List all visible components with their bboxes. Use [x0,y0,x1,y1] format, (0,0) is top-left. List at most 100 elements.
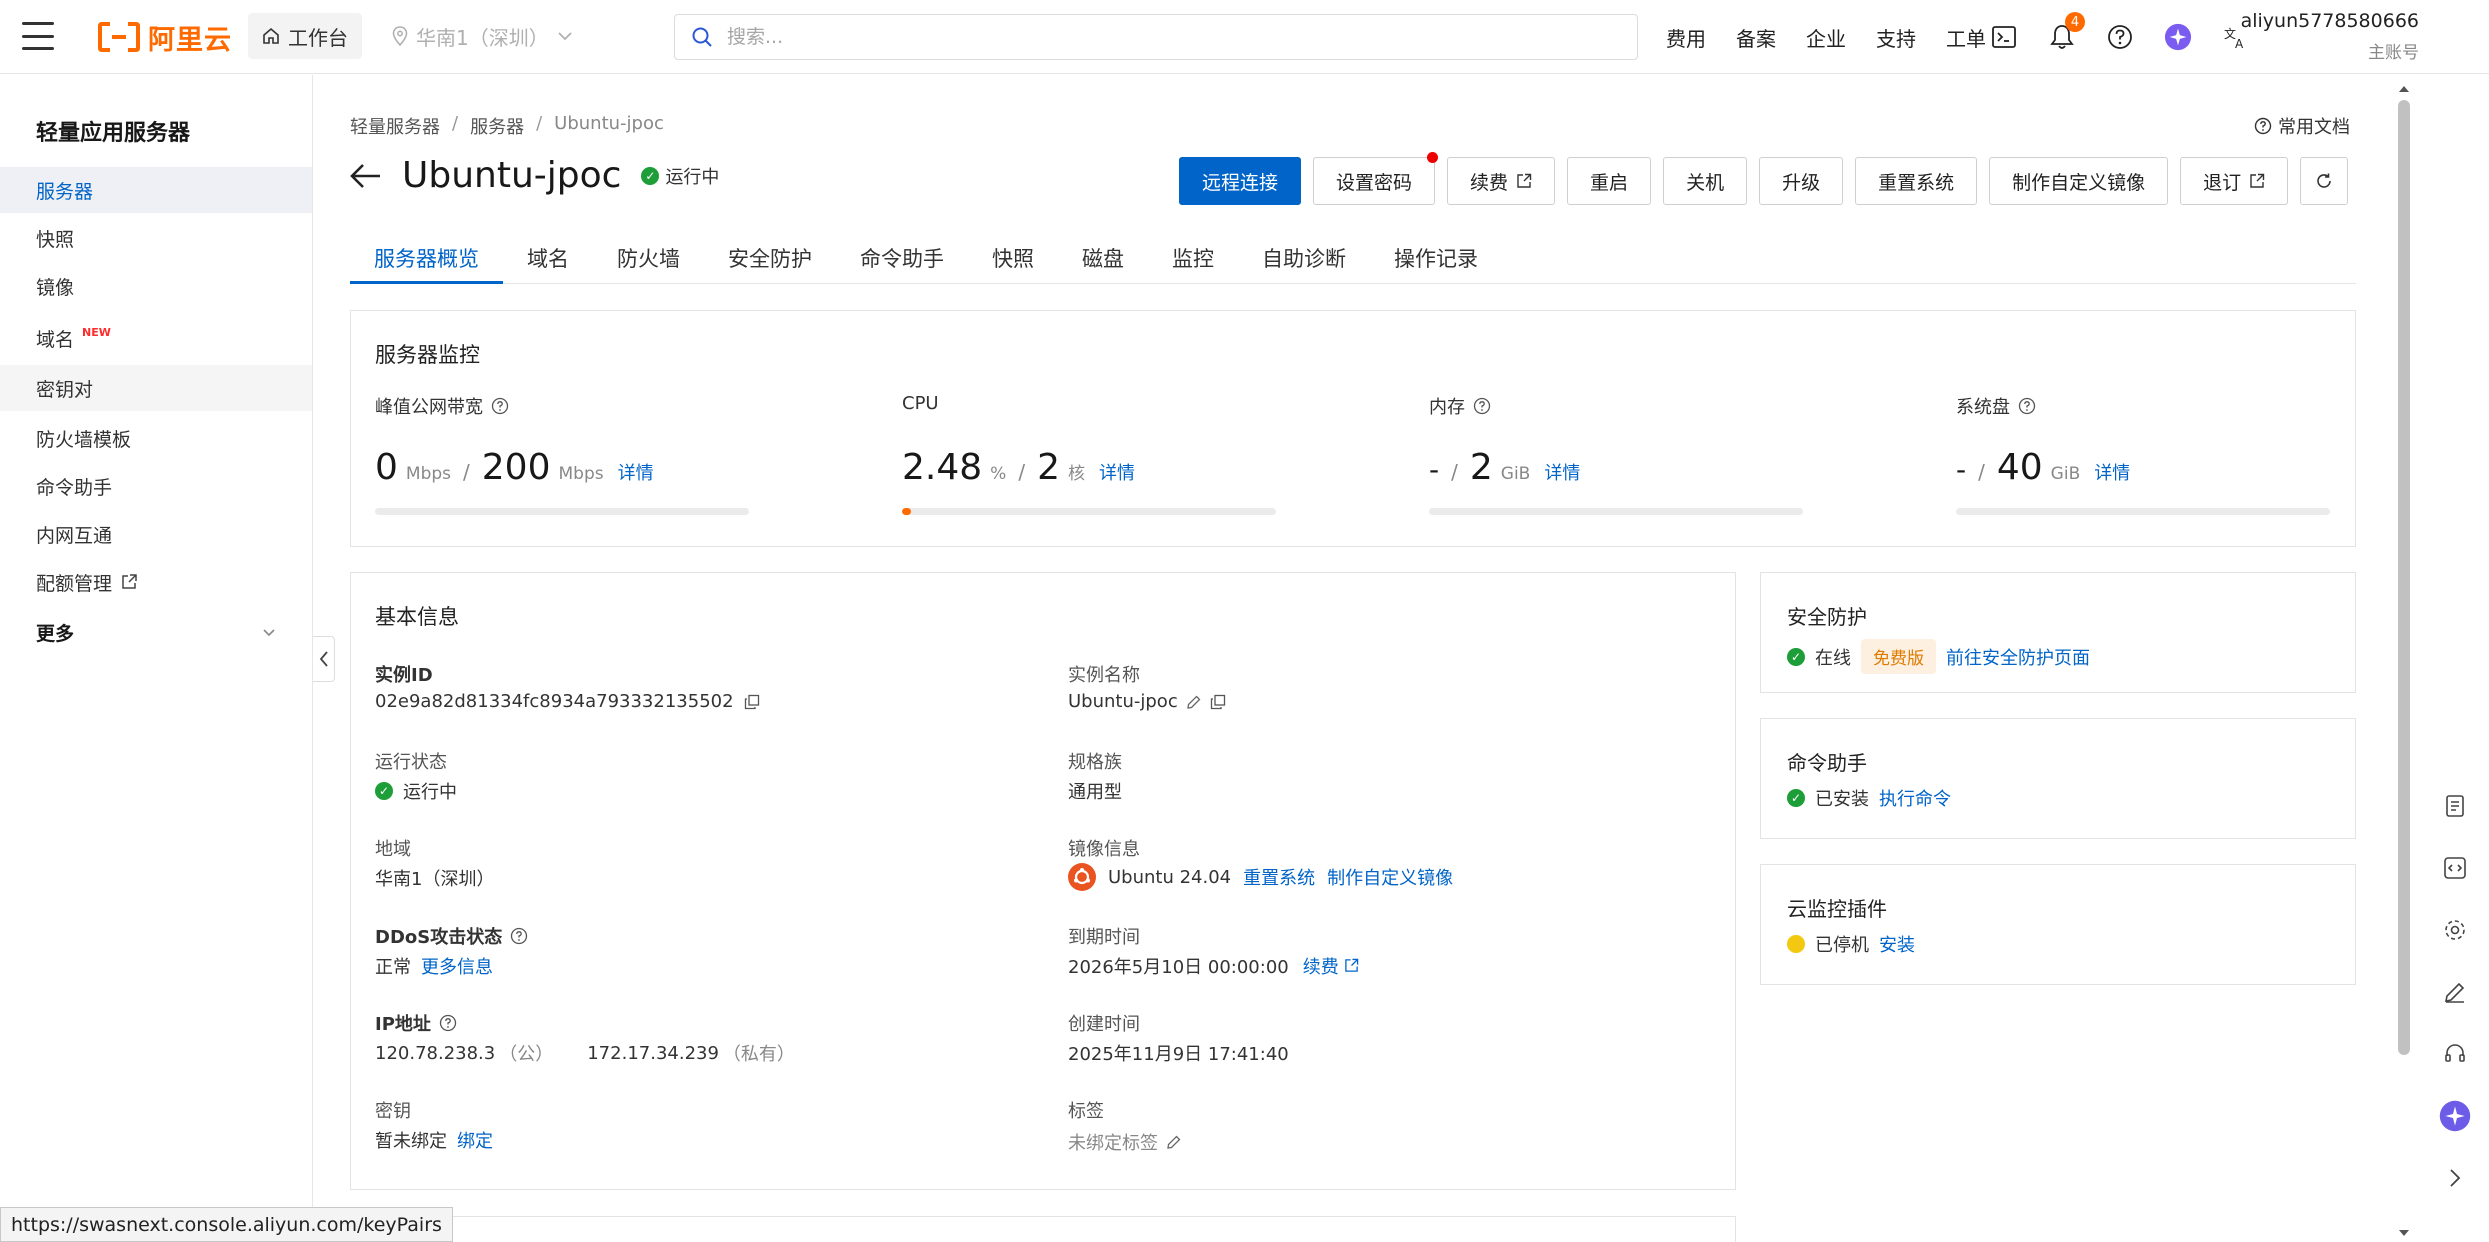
copy-icon[interactable] [744,694,760,710]
red-dot-indicator [1427,152,1439,163]
help-circle-icon[interactable] [1473,397,1491,415]
bandwidth-details-link[interactable]: 详情 [618,459,654,485]
unsubscribe-button[interactable]: 退订 [2180,157,2289,205]
nav-fees[interactable]: 费用 [1666,23,1706,52]
menu-icon[interactable] [22,22,54,50]
restart-button[interactable]: 重启 [1567,157,1652,205]
edit-icon[interactable] [1166,1134,1182,1150]
help-circle-icon[interactable] [491,397,509,415]
region-selector[interactable]: 华南1（深圳） [392,13,573,59]
sidebar-item-keypairs[interactable]: 密钥对 [0,365,312,411]
sidebar-item-command-assistant[interactable]: 命令助手 [0,463,312,509]
renew-button[interactable]: 续费 [1447,157,1556,205]
terminal-icon[interactable] [1990,23,2018,51]
scrollbar[interactable] [2394,78,2414,1242]
tab-firewall[interactable]: 防火墙 [593,240,704,284]
breadcrumb-separator: / [536,113,543,134]
sidebar-item-label: 命令助手 [36,476,113,499]
nav-enterprise[interactable]: 企业 [1806,23,1846,52]
warning-dot-icon [1787,935,1805,953]
ai-assistant-icon[interactable] [2439,1100,2471,1132]
tag-value: 未绑定标签 [1068,1129,1182,1155]
create-custom-image-button[interactable]: 制作自定义镜像 [1989,157,2169,205]
upgrade-button[interactable]: 升级 [1759,157,1844,205]
aliyun-logo[interactable]: 阿里云 [98,18,232,56]
tab-overview[interactable]: 服务器概览 [350,240,503,284]
cpu-details-link[interactable]: 详情 [1099,459,1135,485]
edit-icon[interactable] [1186,694,1202,710]
expire-renew-link[interactable]: 续费 [1303,953,1360,979]
tab-self-diagnosis[interactable]: 自助诊断 [1238,240,1370,284]
tab-snapshots[interactable]: 快照 [968,240,1058,284]
tab-domains[interactable]: 域名 [503,240,593,284]
set-password-button[interactable]: 设置密码 [1313,152,1439,205]
search-input[interactable] [727,26,1527,48]
sidebar-item-label: 内网互通 [36,524,113,547]
sidebar-item-snapshots[interactable]: 快照 [0,215,312,261]
settings-icon[interactable] [2439,914,2471,946]
sidebar-item-firewall-templates[interactable]: 防火墙模板 [0,415,312,461]
chevron-down-icon [263,628,275,636]
instance-id-label: 实例ID [375,661,433,687]
search-box[interactable] [674,14,1638,60]
nav-filing[interactable]: 备案 [1736,23,1776,52]
metric-label: 内存 [1429,397,1465,418]
scroll-thumb[interactable] [2398,100,2410,1055]
tab-operation-log[interactable]: 操作记录 [1370,240,1502,284]
image-reset-link[interactable]: 重置系统 [1243,864,1315,890]
run-command-link[interactable]: 执行命令 [1879,785,1951,811]
sidebar-item-servers[interactable]: 服务器 [0,167,312,213]
docs-link[interactable]: 常用文档 [2254,113,2350,139]
tab-disks[interactable]: 磁盘 [1058,240,1148,284]
help-circle-icon[interactable] [2018,397,2036,415]
reset-system-button[interactable]: 重置系统 [1855,157,1978,205]
status-bar-url: https://swasnext.console.aliyun.com/keyP… [0,1207,453,1242]
copy-icon[interactable] [1210,694,1226,710]
headset-icon[interactable] [2439,1038,2471,1070]
workbench-button[interactable]: 工作台 [248,13,362,59]
scroll-up-icon[interactable] [2394,82,2414,96]
sidebar-collapse-button[interactable] [313,636,335,682]
nav-support[interactable]: 支持 [1876,23,1916,52]
cloudmon-title: 云监控插件 [1787,897,1887,921]
sidebar-item-domains[interactable]: 域名 NEW [0,315,312,361]
bind-key-link[interactable]: 绑定 [457,1127,493,1153]
nav-tickets[interactable]: 工单 [1946,23,1986,52]
account-menu[interactable]: aliyun5778580666 主账号 [2241,10,2419,63]
chevron-right-icon[interactable] [2439,1162,2471,1194]
external-link-icon [2250,173,2265,188]
breadcrumb-current: Ubuntu-jpoc [554,113,664,134]
refresh-button[interactable] [2300,157,2349,205]
bell-icon[interactable]: 4 [2048,12,2085,51]
tab-security[interactable]: 安全防护 [704,240,836,284]
remote-connect-button[interactable]: 远程连接 [1179,157,1302,205]
memory-details-link[interactable]: 详情 [1544,459,1580,485]
shutdown-button[interactable]: 关机 [1663,157,1748,205]
ddos-more-link[interactable]: 更多信息 [421,953,493,979]
image-custom-link[interactable]: 制作自定义镜像 [1327,864,1453,890]
sidebar-item-images[interactable]: 镜像 [0,263,312,309]
code-icon[interactable] [2439,852,2471,884]
sidebar-item-more[interactable]: 更多 [0,609,312,655]
basic-info-title: 基本信息 [375,605,459,629]
breadcrumb-servers[interactable]: 服务器 [470,113,524,139]
scroll-down-icon[interactable] [2394,1226,2414,1240]
disk-details-link[interactable]: 详情 [2094,459,2130,485]
ddos-label: DDoS攻击状态 [375,923,528,949]
install-link[interactable]: 安装 [1879,931,1915,957]
spec-label: 规格族 [1068,752,1122,773]
breadcrumb-lightweight[interactable]: 轻量服务器 [350,113,440,139]
tab-command-assistant[interactable]: 命令助手 [836,240,968,284]
sidebar-item-quota[interactable]: 配额管理 [0,559,312,605]
cloudmon-status: 已停机 安装 [1787,931,1915,957]
help-circle-icon[interactable] [439,1014,457,1032]
document-icon[interactable] [2439,790,2471,822]
help-icon[interactable] [2106,23,2134,51]
ai-assistant-icon[interactable] [2164,23,2192,51]
edit-icon[interactable] [2439,976,2471,1008]
security-page-link[interactable]: 前往安全防护页面 [1946,644,2090,670]
back-arrow-icon[interactable] [350,163,382,189]
tab-monitoring[interactable]: 监控 [1148,240,1238,284]
sidebar-item-intranet[interactable]: 内网互通 [0,511,312,557]
help-circle-icon[interactable] [510,927,528,945]
